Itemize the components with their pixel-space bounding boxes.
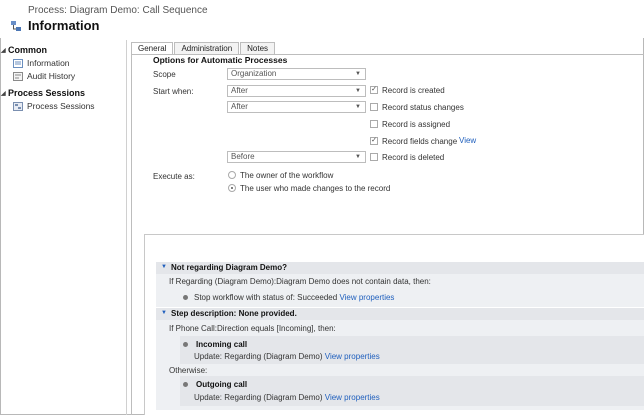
start-when-label: Start when:	[153, 87, 194, 96]
page-title: Information	[28, 18, 100, 33]
step1-condition: If Regarding (Diagram Demo):Diagram Demo…	[169, 277, 431, 286]
select-value: After	[231, 86, 248, 95]
step1-status: Succeeded	[297, 293, 338, 302]
options-title: Options for Automatic Processes	[153, 55, 288, 65]
select-value: Before	[231, 152, 255, 161]
chevron-down-icon: ▼	[355, 71, 361, 77]
scope-value: Organization	[231, 69, 277, 78]
collapse-triangle-icon[interactable]: ▼	[161, 310, 167, 316]
process-icon	[11, 21, 21, 31]
scope-select[interactable]: Organization ▼	[227, 68, 366, 80]
incoming-title: Incoming call	[196, 340, 248, 349]
start-when-select-3[interactable]: Before ▼	[227, 151, 366, 163]
chevron-down-icon: ▼	[355, 88, 361, 94]
view-properties-link[interactable]: View properties	[325, 393, 380, 402]
otherwise-label: Otherwise:	[169, 366, 208, 375]
record-created-checkbox[interactable]: ✓	[370, 86, 378, 94]
record-status-changes-label: Record status changes	[382, 103, 464, 112]
sidebar-section-label: Process Sessions	[8, 88, 86, 98]
view-fields-link[interactable]: View	[459, 136, 476, 145]
record-created-label: Record is created	[382, 86, 445, 95]
collapse-triangle-icon[interactable]: ▼	[161, 264, 167, 270]
record-fields-change-checkbox[interactable]: ✓	[370, 137, 378, 145]
execute-as-label: Execute as:	[153, 172, 195, 181]
owner-radio-label: The owner of the workflow	[240, 171, 334, 180]
start-when-select-2[interactable]: After ▼	[227, 101, 366, 113]
audit-history-icon	[13, 72, 23, 81]
sidebar-item-process-sessions[interactable]: Process Sessions	[0, 100, 125, 113]
step1-title: Not regarding Diagram Demo?	[171, 263, 288, 272]
sidebar-item-label: Information	[27, 58, 70, 68]
scope-label: Scope	[153, 70, 176, 79]
update-target: Regarding (Diagram Demo)	[224, 393, 323, 402]
start-when-select-1[interactable]: After ▼	[227, 85, 366, 97]
outgoing-title: Outgoing call	[196, 380, 248, 389]
view-properties-link[interactable]: View properties	[339, 293, 394, 302]
sidebar-item-information[interactable]: Information	[0, 57, 125, 70]
page-subtitle: Process: Diagram Demo: Call Sequence	[28, 5, 208, 16]
incoming-update: Update: Regarding (Diagram Demo) View pr…	[194, 352, 380, 361]
select-value: After	[231, 102, 248, 111]
record-assigned-checkbox[interactable]	[370, 120, 378, 128]
update-label: Update:	[194, 393, 223, 402]
record-deleted-label: Record is deleted	[382, 153, 445, 162]
update-target: Regarding (Diagram Demo)	[224, 352, 323, 361]
bullet-icon	[183, 295, 188, 300]
sidebar-section-common[interactable]: ◢ Common	[0, 44, 125, 57]
record-status-changes-checkbox[interactable]	[370, 103, 378, 111]
user-radio-label: The user who made changes to the record	[240, 184, 391, 193]
outgoing-update: Update: Regarding (Diagram Demo) View pr…	[194, 393, 380, 402]
sidebar-item-label: Process Sessions	[27, 101, 95, 111]
step1-action-text: Stop workflow with status of:	[194, 293, 295, 302]
update-label: Update:	[194, 352, 223, 361]
record-deleted-checkbox[interactable]	[370, 153, 378, 161]
step2-condition: If Phone Call:Direction equals [Incoming…	[169, 324, 336, 333]
sidebar-item-label: Audit History	[27, 71, 76, 81]
owner-radio[interactable]	[228, 171, 236, 179]
record-assigned-label: Record is assigned	[382, 120, 451, 129]
step1-action: Stop workflow with status of: Succeeded …	[194, 293, 394, 302]
sidebar-section-label: Common	[8, 45, 47, 55]
record-fields-change-label: Record fields change	[382, 137, 458, 146]
bullet-icon	[183, 382, 188, 387]
step2-title: Step description: None provided.	[171, 309, 297, 318]
process-sessions-icon	[13, 102, 23, 111]
user-radio[interactable]	[228, 184, 236, 192]
page-header: Process: Diagram Demo: Call Sequence Inf…	[0, 0, 644, 38]
information-icon	[13, 59, 23, 68]
sidebar-section-process-sessions[interactable]: ◢ Process Sessions	[0, 87, 125, 100]
sidebar-divider	[126, 40, 127, 415]
bullet-icon	[183, 342, 188, 347]
chevron-down-icon: ▼	[355, 154, 361, 160]
sidebar: ◢ Common Information Audit History ◢ Pro…	[0, 44, 125, 415]
view-properties-link[interactable]: View properties	[325, 352, 380, 361]
sidebar-item-audit-history[interactable]: Audit History	[0, 70, 125, 83]
chevron-down-icon: ▼	[355, 104, 361, 110]
